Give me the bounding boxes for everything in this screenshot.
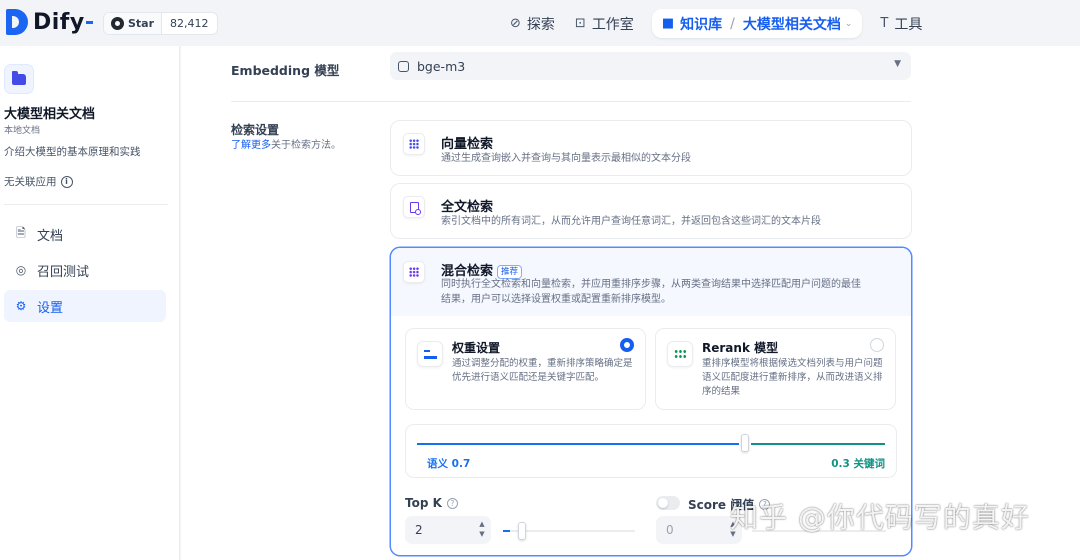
- rerank-icon: [667, 341, 693, 367]
- sidebar-item-retrieval-test[interactable]: ◎ 召回测试: [4, 254, 166, 286]
- dataset-description: 介绍大模型的基本原理和实践: [4, 146, 141, 158]
- vector-search-icon: [403, 133, 425, 155]
- option-description: 索引文档中的所有词汇，从而允许用户查询任意词汇，并返回包含这些词汇的文本片段: [441, 216, 821, 227]
- dataset-sidebar: 大模型相关文档 本地文档 介绍大模型的基本原理和实践 无关联应用 i 🗎 文档 …: [0, 46, 180, 560]
- semantic-weight-label: 语义 0.7: [427, 458, 471, 470]
- gear-icon: ⚙: [15, 299, 27, 313]
- folder-icon: [12, 70, 26, 85]
- rerank-model-title: Rerank 模型: [702, 341, 779, 355]
- score-threshold-toggle[interactable]: [656, 496, 680, 510]
- settings-panel: Embedding 模型 bge-m3 ▼ 检索设置 了解更多关于检索方法。 向…: [181, 46, 1080, 560]
- top-k-input[interactable]: 2 ▲ ▼: [405, 516, 491, 544]
- github-icon: [111, 17, 124, 30]
- keyword-weight-track[interactable]: [751, 443, 885, 445]
- weight-settings-description: 通过调整分配的权重，重新排序策略确定是优先进行语义匹配还是关键字匹配。: [452, 358, 633, 383]
- nav-current-dataset[interactable]: 大模型相关文档: [743, 14, 841, 34]
- option-title: 向量检索: [441, 137, 494, 152]
- weight-slider-handle[interactable]: [741, 434, 749, 452]
- help-icon[interactable]: ?: [446, 497, 458, 509]
- keyword-weight-label: 0.3 关键词: [831, 458, 885, 470]
- dataset-icon: [4, 64, 34, 94]
- weight-settings-radio[interactable]: [620, 338, 634, 352]
- hammer-icon: T: [880, 16, 889, 31]
- weight-icon: [417, 341, 443, 367]
- nav-explore[interactable]: ⊘ 探索: [500, 9, 565, 38]
- nav-studio[interactable]: ⊡ 工作室: [565, 9, 644, 38]
- document-icon: 🗎: [16, 225, 26, 240]
- github-star-count: 82,412: [170, 17, 209, 30]
- top-bar: Dify Star 82,412 ⊘ 探索 ⊡ 工作室 ■ 知识库 / 大模型相…: [0, 0, 1080, 46]
- nav-tools[interactable]: T 工具: [870, 9, 932, 38]
- top-k-label: Top K ?: [405, 496, 458, 510]
- weight-settings-option[interactable]: 权重设置 通过调整分配的权重，重新排序策略确定是优先进行语义匹配还是关键字匹配。: [405, 328, 646, 410]
- top-k-slider[interactable]: [503, 522, 635, 540]
- app-name: Dify: [33, 9, 85, 35]
- option-description: 同时执行全文检索和向量检索，并应用重排序步骤，从两类查询结果中选择匹配用户问题的…: [441, 279, 861, 305]
- book-icon: ■: [661, 16, 675, 31]
- retrieval-option-fulltext[interactable]: 全文检索 索引文档中的所有词汇，从而允许用户查询任意词汇，并返回包含这些词汇的文…: [390, 183, 912, 239]
- hybrid-search-icon: [403, 261, 425, 283]
- nav-knowledge-label: 知识库: [680, 16, 723, 33]
- embedding-model-select[interactable]: bge-m3 ▼: [390, 52, 911, 80]
- dataset-name: 大模型相关文档: [4, 107, 96, 122]
- retrieval-option-vector[interactable]: 向量检索 通过生成查询嵌入并查询与其向量表示最相似的文本分段: [390, 120, 912, 176]
- option-title: 全文检索: [441, 200, 494, 215]
- rerank-model-option[interactable]: Rerank 模型 重排序模型将根据候选文档列表与用户问题语义匹配度进行重新排序…: [655, 328, 896, 410]
- sidebar-item-settings[interactable]: ⚙ 设置: [4, 290, 166, 322]
- github-star-button[interactable]: Star: [104, 13, 163, 34]
- fulltext-search-icon: [403, 196, 425, 218]
- option-description: 通过生成查询嵌入并查询与其向量表示最相似的文本分段: [441, 153, 691, 164]
- rerank-model-description: 重排序模型将根据候选文档列表与用户问题语义匹配度进行重新排序，从而改进语义排序的…: [702, 358, 883, 397]
- breadcrumb-separator: /: [730, 15, 735, 32]
- chevron-down-icon[interactable]: ⌄: [845, 19, 853, 29]
- dify-logo[interactable]: Dify: [6, 9, 93, 35]
- number-stepper[interactable]: ▲ ▼: [477, 519, 487, 539]
- robot-icon: ⊡: [574, 16, 586, 31]
- github-star-label: Star: [128, 17, 155, 30]
- target-icon: ◎: [15, 263, 27, 277]
- logo-mark-icon: [6, 9, 28, 35]
- nav-knowledge[interactable]: ■ 知识库 / 大模型相关文档 ⌄: [651, 9, 863, 38]
- learn-more-link[interactable]: 了解更多: [231, 140, 271, 151]
- divider: [4, 204, 168, 205]
- compass-icon: ⊘: [510, 16, 521, 31]
- sidebar-menu: 🗎 文档 ◎ 召回测试 ⚙ 设置: [4, 218, 166, 326]
- top-k-slider-handle[interactable]: [518, 522, 526, 540]
- main-nav: ⊘ 探索 ⊡ 工作室 ■ 知识库 / 大模型相关文档 ⌄ T 工具: [500, 9, 932, 38]
- sidebar-item-documents[interactable]: 🗎 文档: [4, 218, 166, 250]
- semantic-weight-track[interactable]: [417, 443, 739, 445]
- weight-slider-box: 语义 0.7 0.3 关键词: [405, 424, 897, 478]
- weight-settings-title: 权重设置: [452, 341, 501, 355]
- divider: [231, 101, 911, 102]
- rerank-model-radio[interactable]: [870, 338, 884, 352]
- chevron-down-icon: ▼: [894, 59, 901, 69]
- model-icon: [398, 60, 409, 72]
- embedding-label: Embedding 模型: [231, 63, 340, 78]
- github-star-widget[interactable]: Star 82,412: [103, 12, 218, 35]
- dataset-type: 本地文档: [4, 126, 41, 136]
- linked-apps: 无关联应用 i: [4, 174, 73, 189]
- info-icon[interactable]: i: [60, 175, 73, 188]
- watermark: 知乎 @你代码写的真好: [730, 501, 1030, 534]
- retrieval-help: 了解更多关于检索方法。: [231, 140, 341, 151]
- embedding-model-value: bge-m3: [417, 58, 466, 74]
